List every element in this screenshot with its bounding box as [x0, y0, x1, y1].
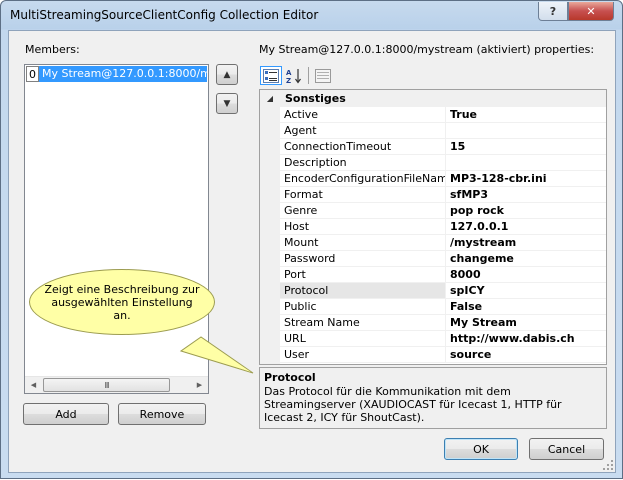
- members-label: Members:: [25, 43, 80, 56]
- alphabetical-view-button[interactable]: A Z: [284, 66, 306, 85]
- sort-alphabetical-icon: A Z: [286, 68, 301, 84]
- property-name[interactable]: Public: [280, 299, 446, 314]
- property-name[interactable]: URL: [280, 331, 446, 346]
- help-icon: ?: [549, 4, 557, 18]
- scroll-left-icon[interactable]: ◀: [25, 377, 42, 393]
- property-value[interactable]: pop rock: [446, 203, 606, 218]
- list-item-text: My Stream@127.0.0.1:8000/mystream: [39, 66, 207, 82]
- categorized-view-button[interactable]: [260, 66, 282, 85]
- property-row[interactable]: Genre pop rock: [280, 203, 606, 219]
- property-name[interactable]: EncoderConfigurationFileName: [280, 171, 446, 186]
- arrow-up-icon: ▲: [223, 69, 231, 80]
- property-name[interactable]: Port: [280, 267, 446, 282]
- description-text: Das Protocol für die Kommunikation mit d…: [264, 385, 562, 424]
- property-name[interactable]: Agent: [280, 123, 446, 138]
- property-name[interactable]: Description: [280, 155, 446, 170]
- svg-text:Z: Z: [286, 77, 291, 84]
- move-down-button[interactable]: ▼: [216, 93, 238, 114]
- property-name[interactable]: Format: [280, 187, 446, 202]
- property-name[interactable]: Stream Name: [280, 315, 446, 330]
- property-name[interactable]: Protocol: [280, 283, 446, 298]
- property-value[interactable]: spICY: [446, 283, 606, 298]
- add-button[interactable]: Add: [23, 403, 109, 425]
- horizontal-scrollbar[interactable]: ◀ III ▶: [25, 376, 208, 393]
- arrow-down-icon: ▼: [223, 98, 231, 109]
- property-row[interactable]: Password changeme: [280, 251, 606, 267]
- collapse-icon[interactable]: ◢: [260, 94, 280, 103]
- collection-editor-window: MultiStreamingSourceClientConfig Collect…: [0, 0, 623, 479]
- property-row[interactable]: URL http://www.dabis.ch: [280, 331, 606, 347]
- tooltip-text: Zeigt eine Beschreibung zur ausgewählten…: [44, 282, 200, 322]
- property-row[interactable]: Host 127.0.0.1: [280, 219, 606, 235]
- property-name[interactable]: Mount: [280, 235, 446, 250]
- description-title: Protocol: [264, 371, 316, 384]
- property-row[interactable]: Public False: [280, 299, 606, 315]
- help-button[interactable]: ?: [538, 2, 568, 21]
- property-row[interactable]: Mount/mystream: [280, 235, 606, 251]
- property-value[interactable]: 8000: [446, 267, 606, 282]
- move-up-button[interactable]: ▲: [216, 64, 238, 85]
- category-row[interactable]: ◢ Sonstiges: [260, 90, 606, 107]
- property-value[interactable]: http://www.dabis.ch: [446, 331, 606, 346]
- window-title: MultiStreamingSourceClientConfig Collect…: [10, 8, 319, 22]
- members-listbox[interactable]: 0 My Stream@127.0.0.1:8000/mystream ◀ II…: [24, 64, 209, 394]
- remove-button[interactable]: Remove: [118, 403, 206, 425]
- svg-text:A: A: [286, 69, 292, 77]
- property-row[interactable]: Port 8000: [280, 267, 606, 283]
- property-name[interactable]: ConnectionTimeout: [280, 139, 446, 154]
- property-value[interactable]: [446, 123, 606, 138]
- property-name[interactable]: Host: [280, 219, 446, 234]
- property-pages-icon: [315, 68, 331, 83]
- property-row[interactable]: Active True: [280, 107, 606, 123]
- category-label: Sonstiges: [285, 92, 346, 105]
- dialog-client-area: Members: 0 My Stream@127.0.0.1:8000/myst…: [8, 30, 616, 473]
- property-name[interactable]: Password: [280, 251, 446, 266]
- property-value[interactable]: 15: [446, 139, 606, 154]
- close-icon: ✕: [586, 4, 596, 18]
- title-bar[interactable]: MultiStreamingSourceClientConfig Collect…: [1, 1, 622, 31]
- resize-grip-icon[interactable]: [602, 459, 614, 471]
- toolbar-separator: [308, 67, 309, 84]
- scroll-grip-icon: III: [104, 380, 109, 390]
- grid-margin: [260, 107, 280, 364]
- property-name[interactable]: User: [280, 347, 446, 362]
- property-value[interactable]: True: [446, 107, 606, 122]
- cancel-button[interactable]: Cancel: [529, 438, 604, 460]
- description-pane: Protocol Das Protocol für die Kommunikat…: [259, 367, 607, 429]
- property-row[interactable]: Stream Name My Stream: [280, 315, 606, 331]
- properties-label: My Stream@127.0.0.1:8000/mystream (aktiv…: [259, 43, 595, 56]
- property-grid[interactable]: ◢ Sonstiges Active True Agent ConnectionTim…: [259, 89, 607, 365]
- property-row[interactable]: ConnectionTimeout 15: [280, 139, 606, 155]
- property-value[interactable]: source: [446, 347, 606, 362]
- property-grid-toolbar: A Z: [259, 64, 607, 86]
- property-value[interactable]: changeme: [446, 251, 606, 266]
- property-value[interactable]: /mystream: [446, 235, 606, 250]
- list-item-index: 0: [26, 66, 39, 82]
- property-value[interactable]: [446, 155, 606, 170]
- ok-button[interactable]: OK: [444, 438, 518, 460]
- property-row[interactable]: Description: [280, 155, 606, 171]
- scroll-track[interactable]: III: [42, 377, 191, 393]
- property-value[interactable]: My Stream: [446, 315, 606, 330]
- list-item[interactable]: 0 My Stream@127.0.0.1:8000/mystream: [26, 66, 207, 82]
- property-row[interactable]: Agent: [280, 123, 606, 139]
- property-row[interactable]: Format sfMP3: [280, 187, 606, 203]
- property-row[interactable]: Protocol spICY: [280, 283, 606, 299]
- close-button[interactable]: ✕: [568, 2, 614, 21]
- property-row[interactable]: User source: [280, 347, 606, 363]
- categorized-icon: [263, 68, 279, 83]
- description-tooltip: Zeigt eine Beschreibung zur ausgewählten…: [29, 269, 215, 335]
- property-value[interactable]: 127.0.0.1: [446, 219, 606, 234]
- property-name[interactable]: Genre: [280, 203, 446, 218]
- property-pages-button[interactable]: [312, 66, 334, 85]
- scroll-right-icon[interactable]: ▶: [191, 377, 208, 393]
- property-value[interactable]: MP3-128-cbr.ini: [446, 171, 606, 186]
- property-row[interactable]: EncoderConfigurationFileName MP3-128-cbr.…: [280, 171, 606, 187]
- property-value[interactable]: sfMP3: [446, 187, 606, 202]
- scroll-thumb[interactable]: III: [43, 378, 170, 392]
- property-name[interactable]: Active: [280, 107, 446, 122]
- property-value[interactable]: False: [446, 299, 606, 314]
